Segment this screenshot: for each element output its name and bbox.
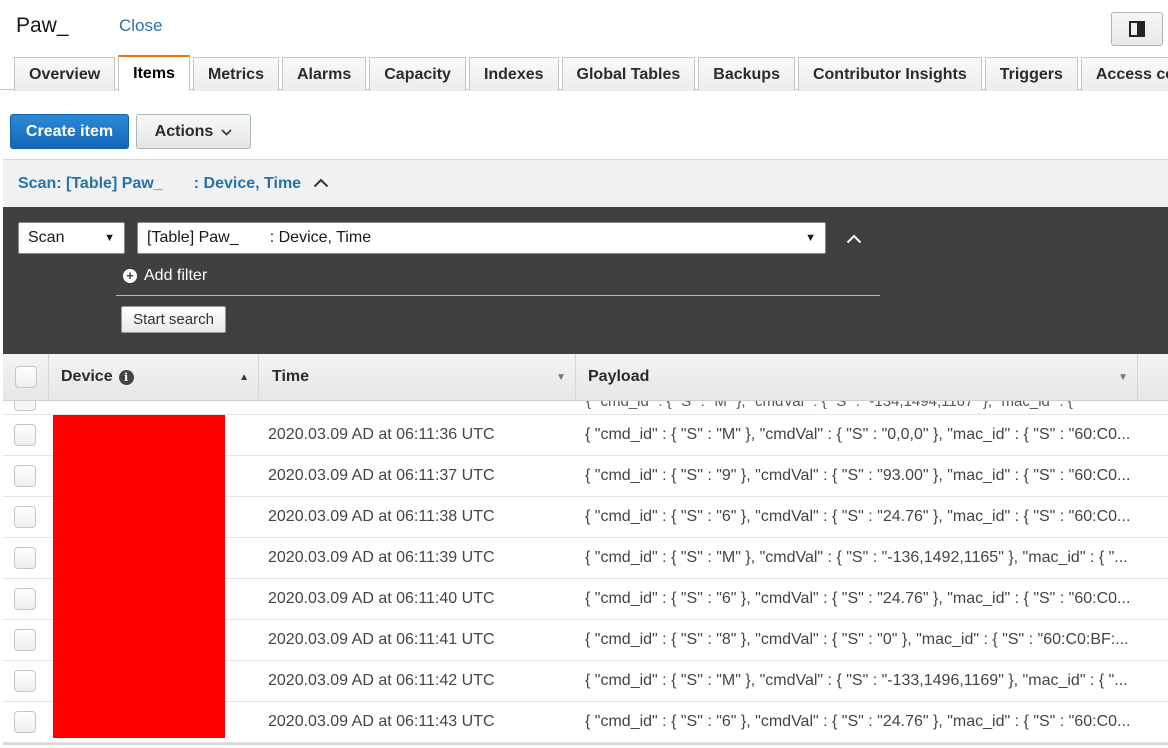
tab-metrics[interactable]: Metrics xyxy=(192,57,279,91)
tab-triggers[interactable]: Triggers xyxy=(984,57,1078,91)
tab-capacity[interactable]: Capacity xyxy=(369,57,466,91)
row-checkbox[interactable] xyxy=(14,547,36,569)
tab-bar: Overview Items Metrics Alarms Capacity I… xyxy=(14,55,1168,91)
time-cell: 2020.03.09 AD at 06:11:36 UTC xyxy=(268,426,495,443)
add-filter-button[interactable]: + Add filter xyxy=(123,267,207,285)
chevron-down-icon xyxy=(221,123,232,141)
payload-cell: { "cmd_id" : { "S" : "6" }, "cmdVal" : {… xyxy=(585,508,1130,525)
time-cell: 2020.03.09 AD at 06:11:42 UTC xyxy=(268,672,495,689)
dropdown-arrow-icon: ▼ xyxy=(805,232,816,244)
time-cell: 2020.03.09 AD at 06:11:43 UTC xyxy=(268,713,495,730)
add-filter-icon: + xyxy=(123,269,137,283)
row-checkbox[interactable] xyxy=(14,588,36,610)
tab-items[interactable]: Items xyxy=(118,55,190,91)
time-cell: 2020.03.09 AD at 06:11:41 UTC xyxy=(268,631,495,648)
panel-toggle-icon xyxy=(1129,21,1145,37)
payload-cell: { "cmd_id" : { "S" : "8" }, "cmdVal" : {… xyxy=(585,631,1129,648)
table-header: Device i ▲ Time ▼ Payload ▼ xyxy=(3,354,1168,401)
chevron-up-icon xyxy=(846,231,862,248)
table-title: Paw_ xyxy=(16,14,69,37)
column-header-time-label: Time xyxy=(272,368,310,385)
tab-backups[interactable]: Backups xyxy=(698,57,795,91)
create-item-label: Create item xyxy=(25,122,114,140)
payload-cell-partial: { "cmd_id" : { "S" : "M" }, "cmdVal" : {… xyxy=(586,401,1073,410)
actions-label: Actions xyxy=(154,122,214,140)
payload-cell: { "cmd_id" : { "S" : "6" }, "cmdVal" : {… xyxy=(585,713,1130,730)
panel-toggle-button[interactable] xyxy=(1111,12,1163,46)
payload-cell: { "cmd_id" : { "S" : "9" }, "cmdVal" : {… xyxy=(585,467,1130,484)
tab-global-tables[interactable]: Global Tables xyxy=(561,57,696,91)
time-cell: 2020.03.09 AD at 06:11:40 UTC xyxy=(268,590,495,607)
payload-cell: { "cmd_id" : { "S" : "M" }, "cmdVal" : {… xyxy=(585,426,1130,443)
device-redaction xyxy=(53,415,225,738)
row-checkbox[interactable] xyxy=(14,401,36,411)
sort-icon[interactable]: ▲ xyxy=(239,372,249,383)
table-bottom-border xyxy=(3,743,1168,745)
table-index-select[interactable]: [Table] Paw_ : Device, Time ▼ xyxy=(137,222,826,254)
add-filter-label: Add filter xyxy=(144,267,208,284)
scan-header-label: Scan: [Table] Paw_ : Device, Time xyxy=(18,174,302,192)
scan-mode-value: Scan xyxy=(28,229,65,246)
tab-alarms[interactable]: Alarms xyxy=(281,57,367,91)
scan-mode-select[interactable]: Scan ▼ xyxy=(18,222,125,254)
column-header-payload[interactable]: Payload ▼ xyxy=(576,354,1138,400)
start-search-button[interactable]: Start search xyxy=(121,306,226,333)
payload-cell: { "cmd_id" : { "S" : "6" }, "cmdVal" : {… xyxy=(585,590,1130,607)
create-item-button[interactable]: Create item xyxy=(10,114,129,149)
sort-icon[interactable]: ▼ xyxy=(556,372,566,383)
info-icon[interactable]: i xyxy=(118,369,134,385)
row-checkbox[interactable] xyxy=(14,670,36,692)
column-header-device-label: Device xyxy=(61,368,113,385)
row-checkbox[interactable] xyxy=(14,465,36,487)
row-checkbox[interactable] xyxy=(14,506,36,528)
close-link[interactable]: Close xyxy=(119,16,162,36)
dropdown-arrow-icon: ▼ xyxy=(104,232,115,244)
scan-header[interactable]: Scan: [Table] Paw_ : Device, Time xyxy=(3,159,1168,207)
select-all-checkbox[interactable] xyxy=(14,366,37,388)
actions-button[interactable]: Actions xyxy=(136,114,251,149)
query-panel: Scan ▼ [Table] Paw_ : Device, Time ▼ + A… xyxy=(3,207,1168,354)
select-all-cell xyxy=(3,354,49,400)
column-header-device[interactable]: Device i ▲ xyxy=(49,354,259,400)
tab-indexes[interactable]: Indexes xyxy=(468,57,559,91)
tab-access-control[interactable]: Access contro xyxy=(1080,57,1168,91)
table-body: 2020.03.09 AD at 06:11:36 UTC { "cmd_id"… xyxy=(3,415,1168,743)
payload-cell: { "cmd_id" : { "S" : "M" }, "cmdVal" : {… xyxy=(585,549,1128,566)
collapse-query-button[interactable] xyxy=(846,231,862,249)
table-index-value: [Table] Paw_ : Device, Time xyxy=(147,229,372,246)
payload-cell: { "cmd_id" : { "S" : "M" }, "cmdVal" : {… xyxy=(585,672,1128,689)
table-row-partial: { "cmd_id" : { "S" : "M" }, "cmdVal" : {… xyxy=(3,401,1168,415)
time-cell: 2020.03.09 AD at 06:11:39 UTC xyxy=(268,549,495,566)
time-cell: 2020.03.09 AD at 06:11:38 UTC xyxy=(268,508,495,525)
filter-divider xyxy=(116,295,880,296)
row-checkbox[interactable] xyxy=(14,424,36,446)
start-search-label: Start search xyxy=(133,311,214,328)
time-cell: 2020.03.09 AD at 06:11:37 UTC xyxy=(268,467,495,484)
row-checkbox[interactable] xyxy=(14,629,36,651)
tab-overview[interactable]: Overview xyxy=(14,57,116,91)
tab-contributor-insights[interactable]: Contributor Insights xyxy=(797,57,982,91)
column-header-time[interactable]: Time ▼ xyxy=(259,354,576,400)
row-checkbox[interactable] xyxy=(14,711,36,733)
sort-icon[interactable]: ▼ xyxy=(1118,372,1128,383)
column-header-payload-label: Payload xyxy=(588,368,650,385)
chevron-up-icon[interactable] xyxy=(313,175,329,193)
